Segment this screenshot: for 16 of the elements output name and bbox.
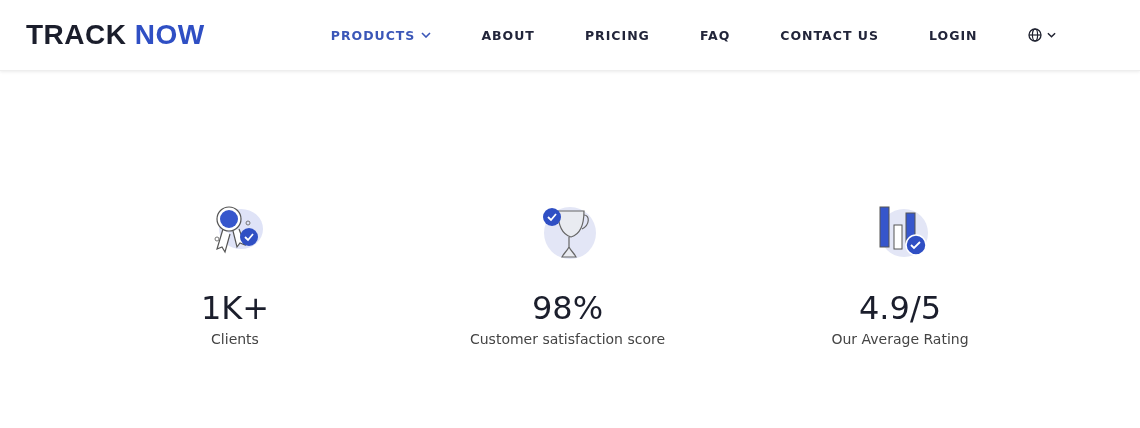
nav-link[interactable]: LOGIN [929,27,978,43]
stat-value: 1K+ [200,289,270,327]
stat-label: Customer satisfaction score [469,331,666,347]
stat-label: Clients [211,331,259,347]
nav-link[interactable]: ABOUT [481,27,535,43]
nav-link[interactable]: PRODUCTS [330,27,432,43]
stat-value: 4.9/5 [859,289,941,327]
nav-link[interactable]: PRICING [584,27,650,43]
language-button[interactable] [1027,28,1056,42]
nav-link[interactable]: FAQ [699,27,731,43]
stat-label: Our Average Rating [831,331,969,347]
nav-link[interactable]: CONTACT US [780,27,879,43]
globe-icon [1027,28,1042,42]
logo[interactable]: TRACK NOW [26,19,205,51]
caret-icon [1046,32,1056,38]
stat-value: 98% [531,289,604,327]
